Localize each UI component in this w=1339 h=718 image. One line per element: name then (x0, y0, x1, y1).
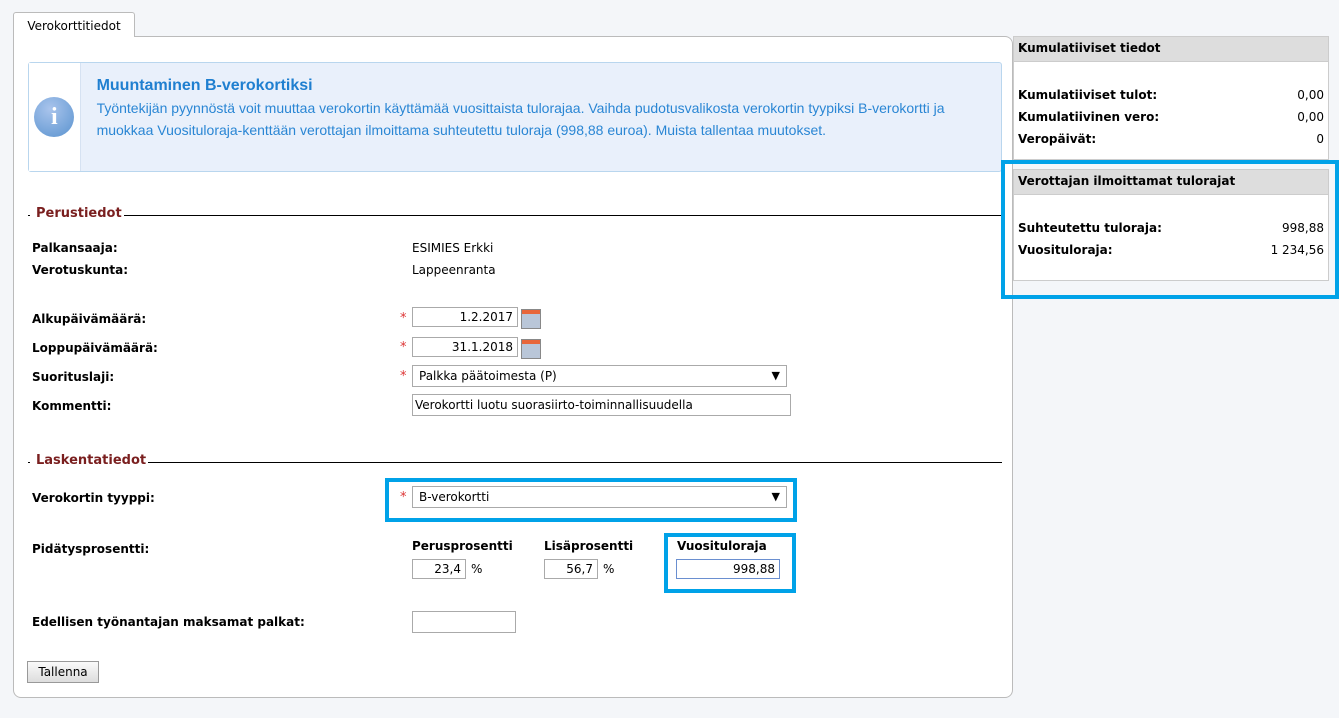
section-perustiedot: Perustiedot (28, 206, 1002, 221)
required-marker: * (400, 311, 407, 326)
info-box: i Muuntaminen B-verokortiksi Työntekijän … (28, 62, 1002, 172)
required-marker: * (400, 490, 407, 505)
verokortin-tyyppi-select[interactable]: B-verokortti ▼ (412, 486, 787, 508)
selected-value: Palkka päätoimesta (P) (419, 369, 557, 383)
suorituslaji-select[interactable]: Palkka päätoimesta (P) ▼ (412, 365, 787, 387)
palkansaaja-value: ESIMIES Erkki (412, 241, 494, 255)
list-item: Kumulatiiviset tulot: 0,00 (1018, 88, 1324, 102)
section-title: Perustiedot (30, 206, 124, 221)
perusprosentti-input[interactable]: 23,4 (412, 559, 466, 579)
lisaprosentti-input[interactable]: 56,7 (544, 559, 598, 579)
suorituslaji-label: Suorituslaji: (32, 370, 115, 384)
verotuskunta-label: Verotuskunta: (32, 263, 129, 277)
vuosituloraja-label: Vuosituloraja (677, 539, 767, 553)
calendar-icon[interactable] (521, 339, 541, 359)
info-icon: i (34, 97, 75, 137)
pidatys-label: Pidätysprosentti: (32, 542, 150, 556)
panel-title: Kumulatiiviset tiedot (1014, 37, 1328, 62)
selected-value: B-verokortti (419, 490, 490, 504)
kumulatiiviset-panel: Kumulatiiviset tiedot Kumulatiiviset tul… (1013, 36, 1329, 160)
percent-sign: % (603, 562, 615, 576)
alkupaiva-input[interactable]: 1.2.2017 (412, 307, 518, 327)
section-title: Laskentatiedot (30, 453, 149, 468)
edellinen-input[interactable] (412, 611, 516, 633)
loppu-label: Loppupäivämäärä: (32, 341, 158, 355)
required-marker: * (400, 369, 407, 384)
info-text: Työntekijän pyynnöstä voit muuttaa verok… (96, 100, 945, 138)
info-title: Muuntaminen B-verokortiksi (96, 77, 313, 94)
tyyppi-label: Verokortin tyyppi: (32, 491, 155, 505)
kommentti-label: Kommentti: (32, 399, 112, 413)
palkansaaja-label: Palkansaaja: (32, 241, 118, 255)
perusprosentti-label: Perusprosentti (412, 539, 513, 553)
required-marker: * (400, 340, 407, 355)
kommentti-input[interactable]: Verokortti luotu suorasiirto-toiminnalli… (412, 394, 791, 416)
loppupaiva-input[interactable]: 31.1.2018 (412, 337, 518, 357)
alku-label: Alkupäivämäärä: (32, 312, 147, 326)
chevron-down-icon: ▼ (771, 490, 780, 503)
percent-sign: % (471, 562, 483, 576)
verotuskunta-value: Lappeenranta (412, 263, 496, 277)
lisaprosentti-label: Lisäprosentti (544, 539, 634, 553)
main-panel: i Muuntaminen B-verokortiksi Työntekijän … (13, 36, 1013, 698)
edellinen-label: Edellisen työnantajan maksamat palkat: (32, 615, 305, 629)
calendar-icon[interactable] (521, 309, 541, 329)
list-item: Kumulatiivinen vero: 0,00 (1018, 110, 1324, 124)
tab-verokorttitiedot[interactable]: Verokorttitiedot (13, 12, 135, 37)
section-laskentatiedot: Laskentatiedot (28, 453, 1002, 468)
list-item: Veropäivät: 0 (1018, 132, 1324, 146)
vuosituloraja-input[interactable]: 998,88 (676, 559, 780, 579)
chevron-down-icon: ▼ (771, 369, 780, 382)
save-button[interactable]: Tallenna (27, 661, 99, 683)
highlight-box (1001, 160, 1339, 299)
